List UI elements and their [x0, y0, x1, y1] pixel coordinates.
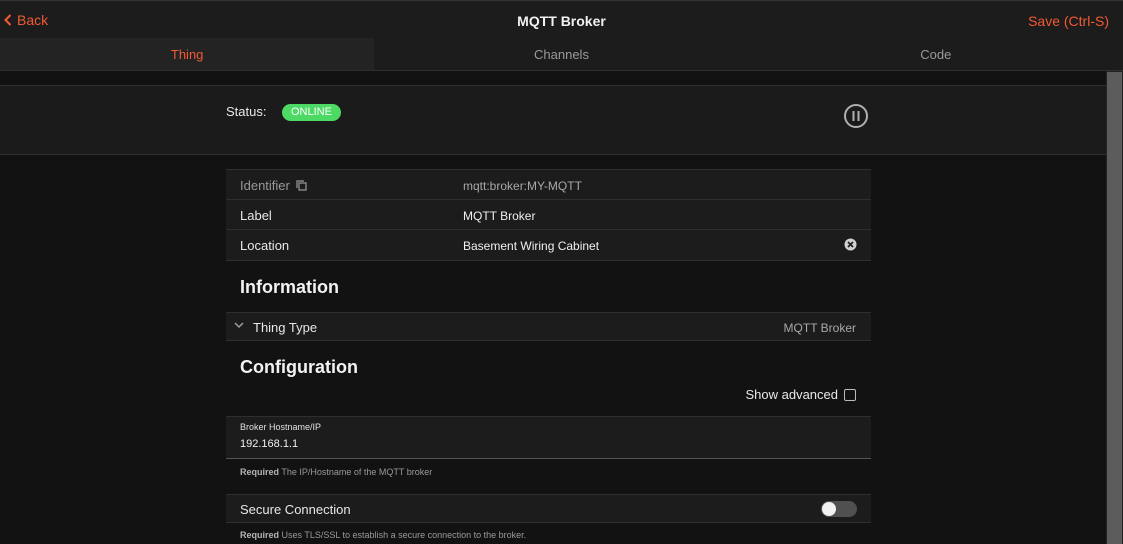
- show-advanced-toggle[interactable]: Show advanced: [745, 387, 856, 402]
- status-label: Status:: [226, 104, 267, 119]
- location-key: Location: [240, 238, 290, 253]
- copy-icon[interactable]: [296, 180, 307, 191]
- broker-hint-text: The IP/Hostname of the MQTT broker: [279, 467, 433, 477]
- pause-icon: [844, 104, 868, 128]
- chevron-down-icon: [234, 322, 244, 329]
- configuration-title: Configuration: [240, 357, 358, 377]
- thing-type-value: MQTT Broker: [783, 321, 856, 335]
- secure-required: Required: [240, 530, 280, 540]
- identifier-row: Identifier mqtt:broker:MY-MQTT: [226, 170, 871, 200]
- pause-button[interactable]: [843, 103, 869, 129]
- clear-icon[interactable]: [844, 238, 857, 251]
- thing-type-label: Thing Type: [253, 320, 318, 335]
- navbar: Back MQTT Broker Save (Ctrl-S): [0, 0, 1123, 38]
- location-value[interactable]: Basement Wiring Cabinet: [463, 239, 599, 253]
- secure-connection-hint: Required Uses TLS/SSL to establish a sec…: [240, 530, 526, 540]
- label-row[interactable]: Label MQTT Broker: [226, 200, 871, 230]
- broker-hostname-field[interactable]: Broker Hostname/IP: [226, 416, 871, 459]
- back-button[interactable]: Back: [4, 12, 48, 28]
- show-advanced-label: Show advanced: [745, 387, 838, 402]
- broker-hostname-label: Broker Hostname/IP: [240, 422, 322, 432]
- thing-page-content: Status: ONLINE Identifier mqtt:broker:MY…: [0, 71, 1106, 544]
- secure-hint-text: Uses TLS/SSL to establish a secure conne…: [279, 530, 527, 540]
- status-badge: ONLINE: [282, 104, 341, 121]
- tab-code[interactable]: Code: [749, 38, 1123, 70]
- secure-connection-row: Secure Connection: [226, 494, 871, 523]
- broker-hostname-hint: Required The IP/Hostname of the MQTT bro…: [240, 467, 432, 477]
- scrollbar[interactable]: [1106, 71, 1123, 544]
- location-row[interactable]: Location Basement Wiring Cabinet: [226, 230, 871, 260]
- tab-bar: Thing Channels Code: [0, 38, 1123, 71]
- label-value[interactable]: MQTT Broker: [463, 209, 535, 223]
- broker-required: Required: [240, 467, 280, 477]
- toggle-knob: [822, 502, 836, 516]
- secure-connection-toggle[interactable]: [821, 501, 857, 517]
- tab-channels[interactable]: Channels: [374, 38, 748, 70]
- broker-hostname-input[interactable]: [240, 438, 840, 450]
- thing-properties: Identifier mqtt:broker:MY-MQTT Label MQT…: [226, 169, 871, 261]
- identifier-value: mqtt:broker:MY-MQTT: [463, 179, 582, 193]
- scrollbar-thumb[interactable]: [1107, 72, 1122, 544]
- save-button[interactable]: Save (Ctrl-S): [1028, 13, 1109, 29]
- back-label: Back: [17, 12, 49, 28]
- status-block: Status: ONLINE: [0, 85, 1106, 155]
- identifier-label: Identifier: [240, 178, 290, 193]
- app-root: Back MQTT Broker Save (Ctrl-S) Thing Cha…: [0, 0, 1123, 544]
- label-key: Label: [240, 208, 272, 223]
- secure-connection-label: Secure Connection: [240, 502, 351, 517]
- page-title: MQTT Broker: [517, 13, 606, 29]
- thing-type-accordion[interactable]: Thing Type MQTT Broker: [226, 312, 871, 341]
- show-advanced-checkbox[interactable]: [844, 388, 856, 401]
- information-title: Information: [240, 277, 339, 297]
- tab-thing[interactable]: Thing: [0, 38, 375, 70]
- chevron-left-icon: [4, 14, 12, 26]
